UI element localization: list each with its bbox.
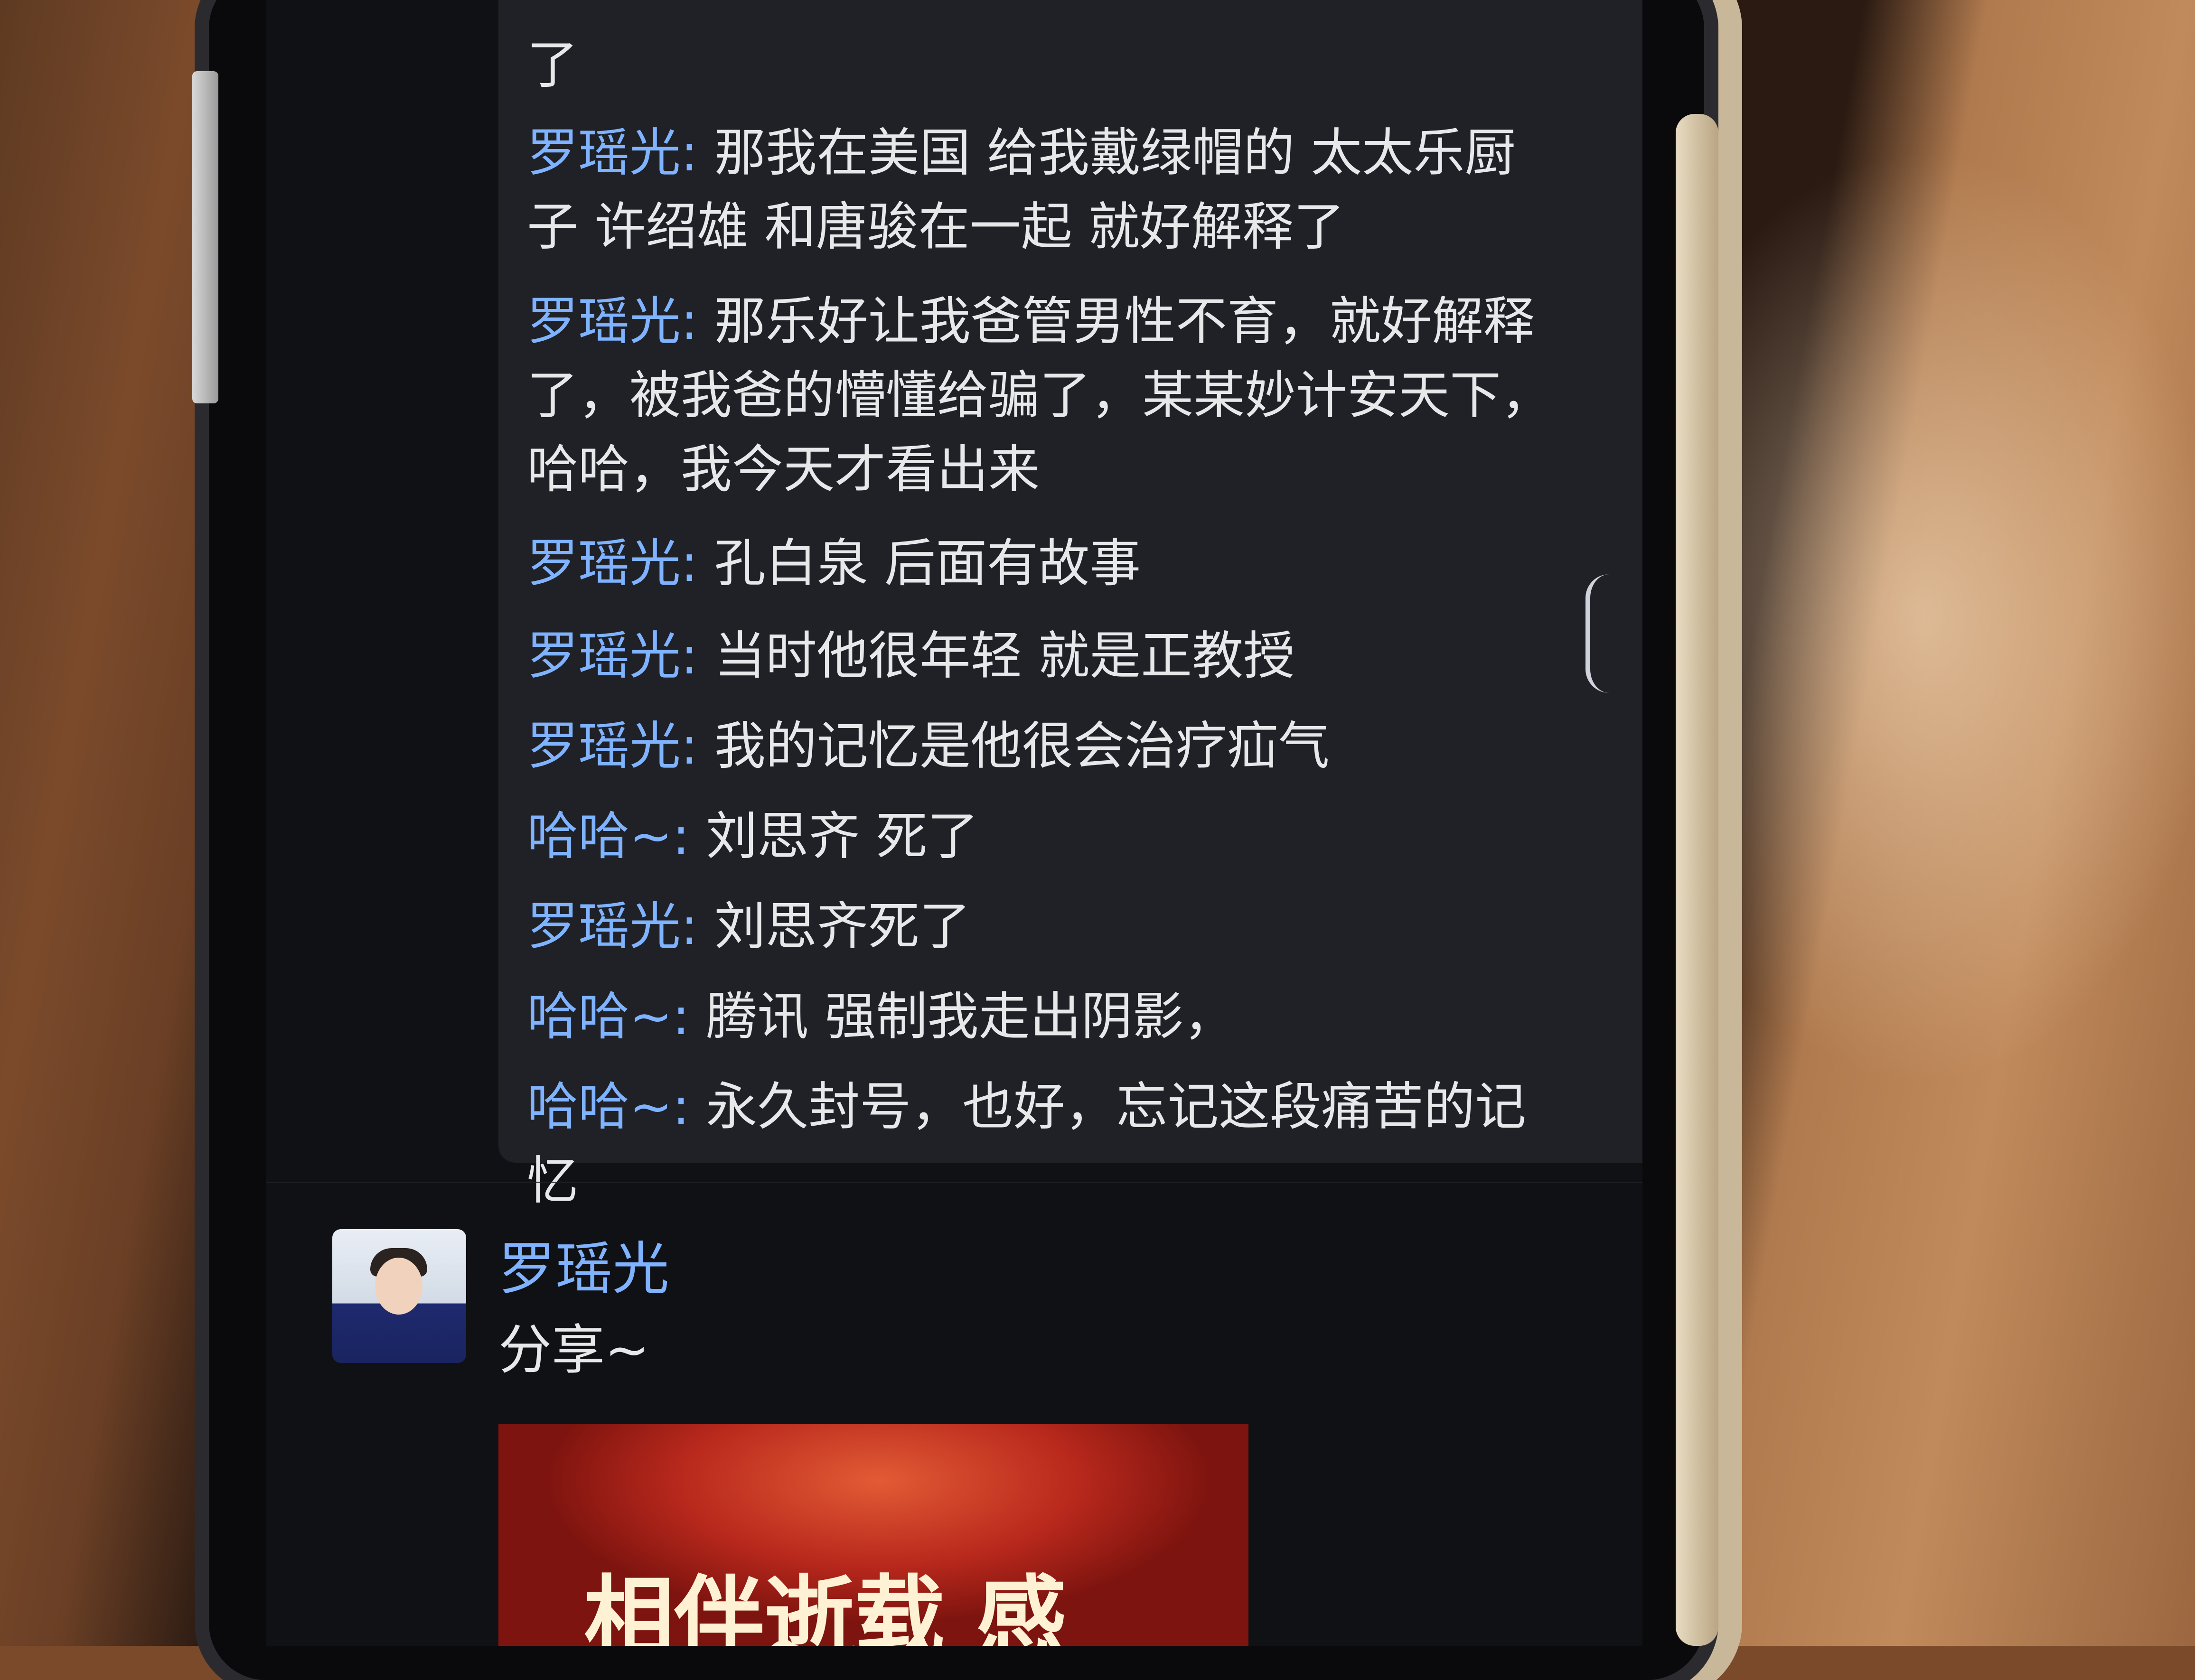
avatar-face <box>375 1258 422 1315</box>
phone-side-button <box>192 71 218 403</box>
chat-message[interactable]: 罗瑶光: 我的记忆是他很会治疗疝气 <box>527 709 1562 784</box>
message-separator: : <box>681 534 698 593</box>
message-sender[interactable]: 罗瑶光 <box>527 897 681 956</box>
avatar[interactable] <box>332 1229 466 1363</box>
message-sender[interactable]: 罗瑶光 <box>527 292 681 351</box>
post-text: 分享~ <box>498 1319 649 1381</box>
feed-divider <box>266 1182 1642 1183</box>
message-text: 当时他很年轻 就是正教授 <box>698 626 1295 686</box>
chat-message[interactable]: 哈哈~: 腾讯 强制我走出阴影， <box>527 980 1562 1054</box>
chat-message[interactable]: 罗瑶光: 那我在美国 给我戴绿帽的 太太乐厨子 许绍雄 和唐骏在一起 就好解释了 <box>527 116 1562 264</box>
message-separator: : <box>672 1077 690 1137</box>
chat-message[interactable]: 罗瑶光: 当时他很年轻 就是正教授 <box>527 619 1562 693</box>
message-separator: : <box>681 717 698 776</box>
message-separator: : <box>681 123 698 183</box>
post-author-name[interactable]: 罗瑶光 <box>498 1234 669 1305</box>
message-text: 刘思齐死了 <box>698 897 971 956</box>
message-separator: : <box>681 292 698 351</box>
phone-case-edge <box>1676 114 1718 1646</box>
message-sender[interactable]: 哈哈~ <box>527 987 673 1046</box>
message-text: 腾讯 强制我走出阴影， <box>689 987 1235 1046</box>
chat-message[interactable]: 哈哈~: 刘思齐 死了 <box>527 800 1562 874</box>
post-shared-image[interactable]: 相伴逝载 感 <box>498 1424 1248 1646</box>
post-image-caption: 相伴逝载 感 <box>584 1565 1067 1646</box>
chat-area[interactable]: 了 罗瑶光: 那我在美国 给我戴绿帽的 太太乐厨子 许绍雄 和唐骏在一起 就好解… <box>266 0 1642 1646</box>
message-sender[interactable]: 罗瑶光 <box>527 626 681 686</box>
message-separator: : <box>672 987 690 1046</box>
message-sender[interactable]: 罗瑶光 <box>527 717 681 776</box>
chat-message[interactable]: 哈哈~: 永久封号，也好，忘记这段痛苦的记忆 <box>527 1070 1562 1218</box>
message-sender[interactable]: 罗瑶光 <box>527 534 681 593</box>
message-text: 了 <box>527 36 579 95</box>
phone-screen: 了 罗瑶光: 那我在美国 给我戴绿帽的 太太乐厨子 许绍雄 和唐骏在一起 就好解… <box>266 0 1642 1646</box>
scrollbar[interactable] <box>1585 574 1609 693</box>
message-separator: : <box>681 897 698 956</box>
chat-message[interactable]: 罗瑶光: 孔白泉 后面有故事 <box>527 527 1562 601</box>
message-separator: : <box>672 807 690 866</box>
chat-message[interactable]: 罗瑶光: 那乐好让我爸管男性不育，就好解释了，被我爸的懵懂给骗了，某某妙计安天下… <box>527 285 1562 507</box>
message-sender[interactable]: 哈哈~ <box>527 807 673 866</box>
message-text: 刘思齐 死了 <box>689 807 979 866</box>
message-sender[interactable]: 哈哈~ <box>527 1077 673 1137</box>
message-text: 孔白泉 后面有故事 <box>698 534 1141 593</box>
message-text: 我的记忆是他很会治疗疝气 <box>698 717 1330 776</box>
message-partial-line: 了 <box>527 28 1562 103</box>
message-sender[interactable]: 罗瑶光 <box>527 123 681 183</box>
chat-message[interactable]: 罗瑶光: 刘思齐死了 <box>527 890 1562 964</box>
message-separator: : <box>681 626 698 686</box>
moment-post[interactable]: 罗瑶光 分享~ 相伴逝载 感 <box>266 1224 1642 1646</box>
